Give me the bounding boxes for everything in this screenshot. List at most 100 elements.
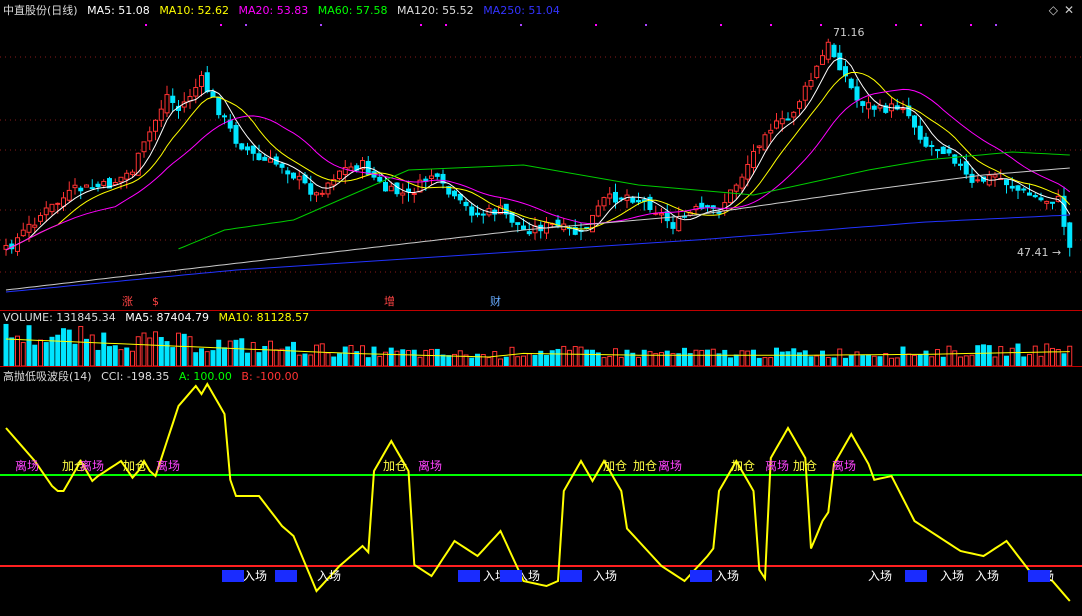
volume-bar [434, 348, 440, 366]
signal-label-top: 加仓 [123, 459, 147, 473]
candle-body [791, 111, 797, 118]
candle-body [728, 189, 733, 203]
candle-body [279, 163, 285, 168]
volume-bar [72, 343, 78, 366]
signal-label-bottom: 入场 [715, 569, 739, 583]
cci-pane[interactable]: 离场 加仓 离场 加仓 离场 加仓 离场 加仓 加仓 离场 加仓 离场 加仓 离场 入场 入场 入场 入场 入场 入场… [0, 366, 1082, 616]
signal-label-bottom: 入场 [940, 569, 964, 583]
volume-bar [170, 347, 176, 366]
candle-body [291, 172, 296, 179]
vol-ma5-readout: MA5: 87404.79 [125, 311, 209, 324]
candle-body [975, 179, 981, 182]
close-icon[interactable]: ✕ [1064, 3, 1074, 17]
candle-body [923, 136, 929, 147]
volume-bar [250, 341, 256, 366]
volume-bar [521, 355, 526, 366]
volume-bar [572, 346, 578, 366]
volume-bar [532, 354, 538, 366]
event-marker [145, 24, 147, 26]
candle-body [72, 184, 78, 189]
b-level-readout: B: -100.00 [241, 370, 299, 383]
ma250-readout: MA250: 51.04 [483, 4, 560, 17]
ma120-readout: MA120: 55.52 [396, 4, 474, 17]
ma5-line [5, 57, 1071, 251]
volume-bar [871, 355, 877, 366]
volume-bar [314, 344, 319, 366]
signal-label-top: 离场 [832, 458, 856, 473]
volume-bar [457, 350, 463, 366]
volume-bar [3, 323, 9, 366]
vol-ma10-readout: MA10: 81128.57 [218, 311, 310, 324]
volume-bar [498, 358, 503, 366]
volume-bar [308, 354, 314, 366]
event-marker [820, 24, 822, 26]
candle-body [802, 85, 808, 101]
volume-bar [745, 350, 751, 366]
volume-bar [193, 352, 199, 366]
candle-body [256, 153, 262, 161]
volume-bar [808, 356, 814, 366]
signal-label-top: 加仓 [633, 459, 657, 473]
volume-bar [952, 350, 958, 366]
volume-bar [981, 344, 986, 366]
event-marker [770, 24, 772, 26]
settings-icon[interactable]: ◇ [1049, 3, 1058, 17]
candle-body [32, 224, 38, 228]
candle-body [118, 176, 124, 183]
candle-body [95, 183, 101, 188]
volume-bar [940, 356, 946, 366]
volume-bar [273, 349, 279, 366]
volume-bar [722, 349, 728, 366]
volume-bar [26, 325, 32, 366]
candle-body [43, 207, 49, 216]
volume-bar [1061, 353, 1067, 366]
volume-bar [659, 352, 664, 366]
candle-body [296, 175, 302, 181]
volume-bar [555, 348, 561, 366]
volume-pane[interactable]: VOLUME: 131845.34 MA5: 87404.79 MA10: 81… [0, 310, 1082, 366]
volume-bar [733, 354, 739, 366]
candle-body [1050, 201, 1055, 204]
volume-bar [411, 349, 417, 366]
volume-bar [360, 345, 365, 366]
cci-chart[interactable]: 离场 加仓离场 加仓 离场 加仓 离场 加仓 加仓 离场 加仓 离场 加仓 离场入场 入场 入场 入场 入场 入场… [0, 366, 1082, 616]
event-marker [445, 24, 447, 26]
candle-body [912, 115, 917, 128]
volume-bar [756, 357, 762, 366]
volume-bar [917, 354, 923, 366]
candle-body [814, 65, 820, 79]
candle-body [900, 108, 906, 111]
candle-body [745, 164, 751, 180]
volume-bar [1004, 355, 1009, 366]
volume-bar [371, 346, 377, 366]
volume-bar [693, 349, 699, 366]
event-tag: 财 [490, 294, 501, 308]
candle-body [733, 184, 739, 192]
event-marker [595, 24, 597, 26]
candle-body [1061, 195, 1067, 227]
volume-bar [958, 356, 963, 366]
price-chart[interactable]: 71.16 47.41 → 涨 $ 增 财 [0, 0, 1082, 310]
volume-bar [15, 335, 20, 366]
volume-bar [848, 354, 854, 366]
candles [3, 38, 1073, 257]
candle-body [147, 131, 153, 142]
volume-bar [751, 349, 756, 366]
candle-body [917, 125, 923, 140]
volume-bar [158, 337, 164, 366]
volume-bar [135, 336, 141, 366]
indicator-name: 高抛低吸波段(14) [3, 370, 92, 383]
candle-body [756, 145, 762, 149]
ma250-line [5, 214, 1070, 293]
candle-body [1038, 197, 1044, 201]
volume-bar [446, 355, 452, 366]
ma20-readout: MA20: 53.83 [238, 4, 309, 17]
volume-bar [935, 349, 940, 366]
volume-bar [877, 356, 883, 366]
volume-bar [227, 340, 233, 366]
signal-label-top: 离场 [80, 458, 104, 473]
volume-bar [791, 348, 797, 366]
volume-bar [107, 346, 112, 366]
price-chart-pane[interactable]: 71.16 47.41 → 涨 $ 增 财 中直股份(日线) MA5: 51.08 MA1… [0, 0, 1082, 310]
candle-body [210, 91, 216, 98]
